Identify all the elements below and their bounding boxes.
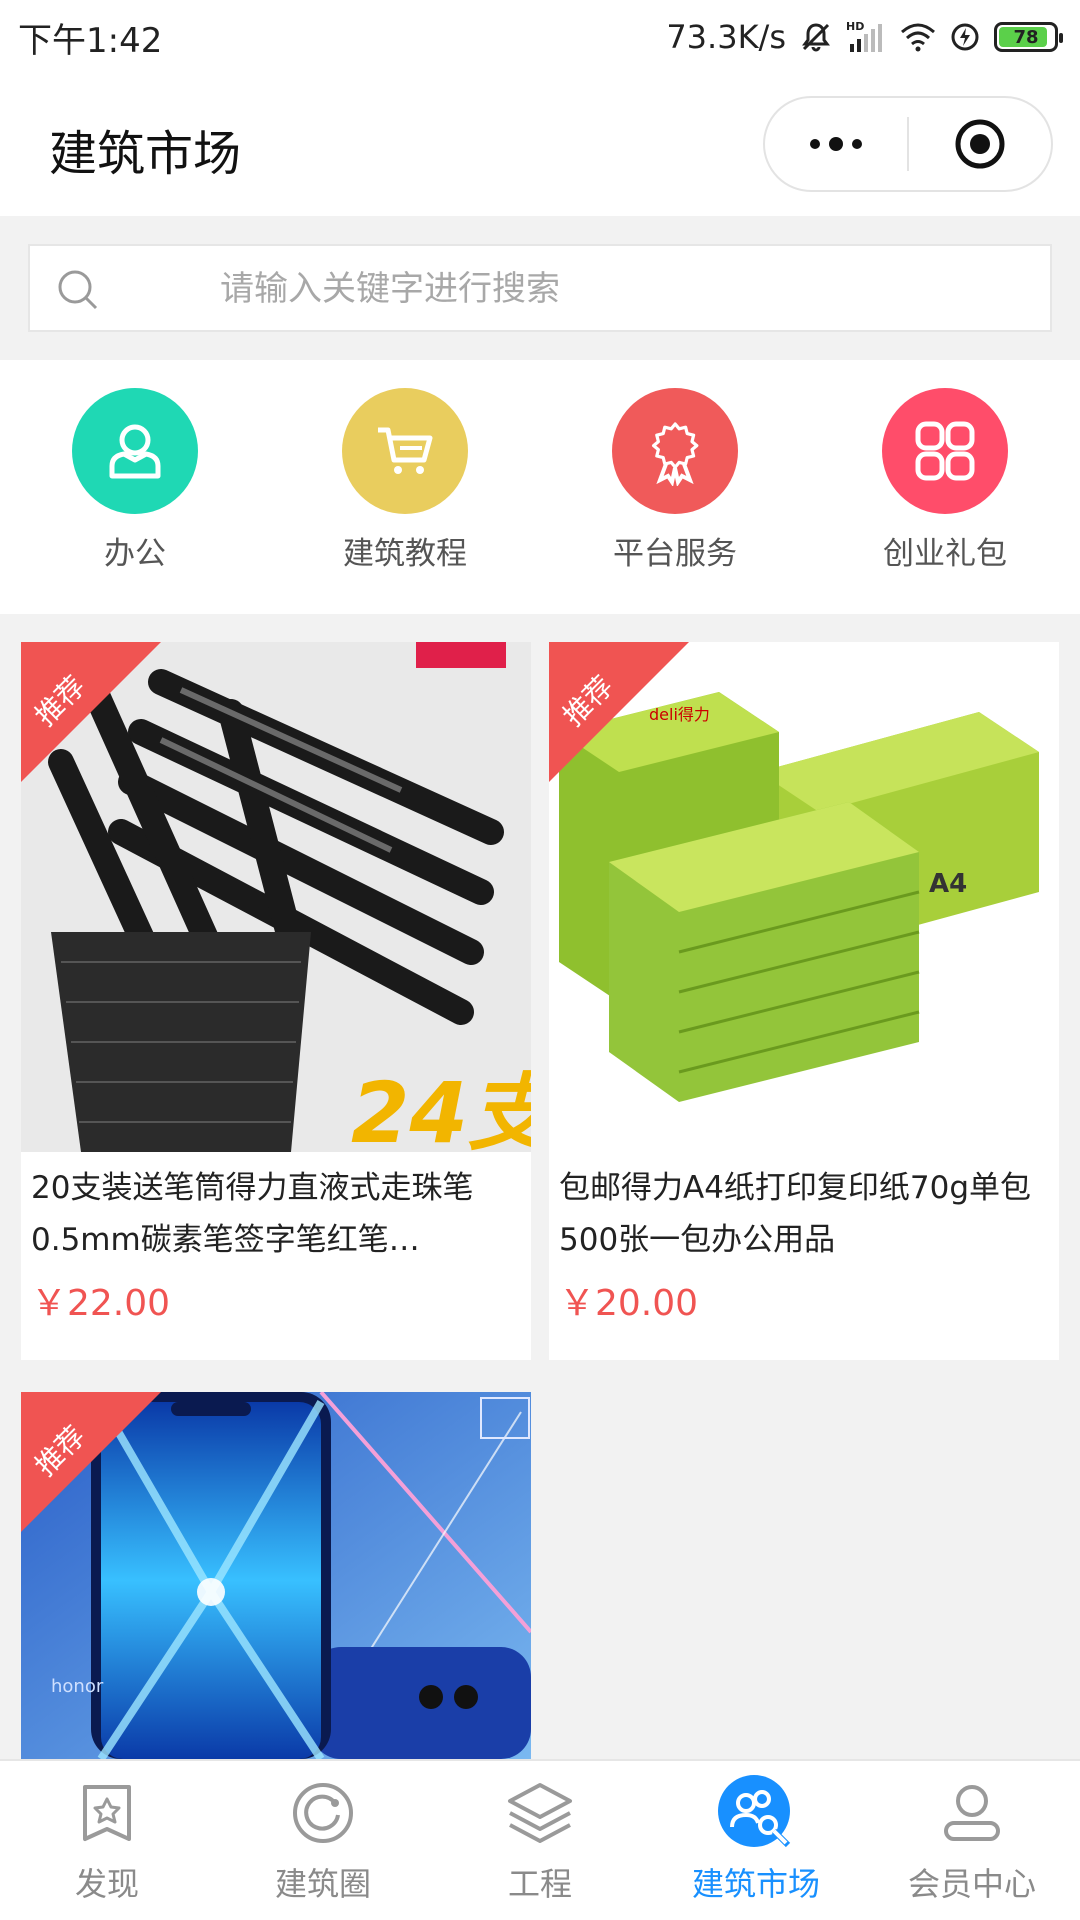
category-label: 平台服务 [613, 536, 737, 572]
product-card[interactable]: honor 推荐 [21, 1392, 531, 1759]
circle-refresh-icon [283, 1773, 363, 1853]
status-time: 下午1:42 [18, 20, 163, 61]
search-box[interactable] [28, 244, 1052, 332]
category-label: 建筑教程 [343, 536, 467, 572]
search-input[interactable] [220, 256, 1020, 322]
tab-member-center[interactable]: 会员中心 [872, 1773, 1072, 1905]
search-area [0, 216, 1080, 360]
category-office[interactable]: 办公 [35, 388, 235, 573]
recommend-ribbon: 推荐 [21, 642, 161, 782]
search-icon [56, 268, 100, 316]
recommend-ribbon: 推荐 [549, 642, 689, 782]
cart-icon [342, 388, 468, 514]
tab-label: 建筑市场 [691, 1865, 820, 1903]
charging-icon [950, 22, 980, 52]
star-bookmark-icon [67, 1773, 147, 1853]
more-button[interactable] [765, 98, 907, 190]
user-icon [932, 1773, 1012, 1853]
more-dots-icon [810, 137, 862, 151]
status-icons: 73.3K/s HD 78 [666, 18, 1063, 56]
product-image-paper: A4 deli得力 推荐 [549, 642, 1059, 1152]
page-title: 建筑市场 [49, 126, 242, 182]
tab-label: 建筑圈 [274, 1865, 371, 1903]
status-bar: 下午1:42 73.3K/s HD 78 [0, 0, 1080, 74]
product-image-phone: honor 推荐 [21, 1392, 531, 1759]
person-icon [72, 388, 198, 514]
tab-bar: 发现 建筑圈 工程 建筑市场 会员中心 [0, 1759, 1080, 1920]
tab-label: 工程 [507, 1865, 572, 1903]
tab-discover[interactable]: 发现 [7, 1773, 207, 1905]
svg-text:24支: 24支 [351, 1064, 531, 1152]
svg-text:honor: honor [51, 1676, 104, 1697]
category-grid: 办公 建筑教程 平台服务 创业礼包 [0, 360, 1080, 614]
recommend-ribbon: 推荐 [21, 1392, 161, 1532]
target-close-icon [955, 119, 1005, 169]
product-name: 20支装送笔筒得力直液式走珠笔0.5mm碳素笔签字笔红笔… [31, 1170, 474, 1258]
tab-label: 会员中心 [907, 1865, 1036, 1903]
tab-project[interactable]: 工程 [440, 1773, 640, 1905]
product-card[interactable]: A4 deli得力 推荐 包邮得力A4纸打印复印纸70g单包500张一包办公用品… [549, 642, 1059, 1360]
people-search-icon [716, 1773, 796, 1853]
category-startup-package[interactable]: 创业礼包 [845, 388, 1045, 573]
layers-icon [500, 1773, 580, 1853]
category-tutorial[interactable]: 建筑教程 [305, 388, 505, 573]
nav-bar: 建筑市场 [0, 74, 1080, 216]
mute-bell-icon [800, 21, 832, 53]
product-image-pens: 24支 推荐 [21, 642, 531, 1152]
battery-level: 78 [1013, 26, 1039, 48]
signal-icon: HD [846, 20, 886, 54]
network-speed: 73.3K/s [666, 18, 786, 56]
product-price: ￥22.00 [31, 1283, 171, 1324]
wifi-icon [900, 22, 936, 52]
tab-market[interactable]: 建筑市场 [656, 1773, 856, 1905]
category-platform-service[interactable]: 平台服务 [575, 388, 775, 573]
product-name: 包邮得力A4纸打印复印纸70g单包500张一包办公用品 [559, 1170, 1032, 1258]
tab-building-circle[interactable]: 建筑圈 [223, 1773, 423, 1905]
svg-text:A4: A4 [929, 869, 967, 899]
svg-text:HD: HD [846, 20, 864, 33]
category-label: 创业礼包 [883, 536, 1007, 572]
product-card[interactable]: 24支 推荐 20支装送笔筒得力直液式走珠笔0.5mm碳素笔签字笔红笔… ￥22… [21, 642, 531, 1360]
product-price: ￥20.00 [559, 1283, 699, 1324]
tab-label: 发现 [74, 1865, 139, 1903]
grid-icon [882, 388, 1008, 514]
category-label: 办公 [104, 536, 166, 572]
battery-icon: 78 [994, 22, 1063, 52]
close-button[interactable] [909, 98, 1051, 190]
miniprogram-capsule [763, 96, 1053, 192]
badge-icon [612, 388, 738, 514]
